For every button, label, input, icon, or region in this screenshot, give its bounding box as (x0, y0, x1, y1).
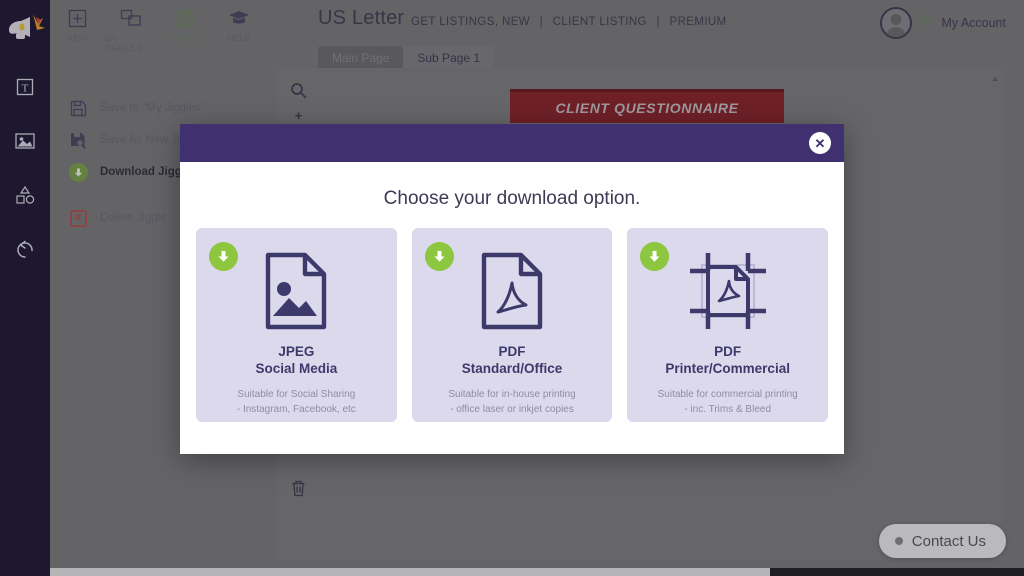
modal-title: Choose your download option. (383, 188, 641, 209)
close-icon[interactable]: ✕ (809, 132, 831, 154)
app-root: T NEW MY JIGGLES SAVE HELP US Letter GET… (0, 0, 1024, 576)
download-options-modal: ✕ Choose your download option. JPEG Soci… (180, 124, 844, 454)
download-option-description: Suitable for Social Sharing - Instagram,… (236, 388, 356, 415)
download-option-pdf-commercial[interactable]: PDF Printer/Commercial Suitable for comm… (627, 228, 829, 422)
download-option-title: PDF Standard/Office (461, 344, 563, 376)
download-option-description: Suitable for commercial printing - inc. … (657, 388, 798, 415)
download-option-title: JPEG Social Media (255, 344, 338, 376)
download-arrow-icon (209, 242, 238, 271)
modal-header: ✕ (180, 124, 844, 162)
pdf-crop-marks-icon (686, 248, 770, 334)
download-option-pdf-standard[interactable]: PDF Standard/Office Suitable for in-hous… (411, 228, 613, 422)
download-option-description: Suitable for in-house printing - office … (448, 388, 576, 415)
download-option-list: JPEG Social Media Suitable for Social Sh… (180, 228, 844, 422)
download-arrow-icon (424, 242, 454, 271)
download-option-title: PDF Printer/Commercial (665, 344, 790, 376)
jpeg-image-file-icon (265, 248, 327, 334)
download-option-jpeg[interactable]: JPEG Social Media Suitable for Social Sh… (196, 228, 397, 422)
pdf-file-icon (481, 248, 543, 334)
download-arrow-icon (640, 242, 670, 271)
